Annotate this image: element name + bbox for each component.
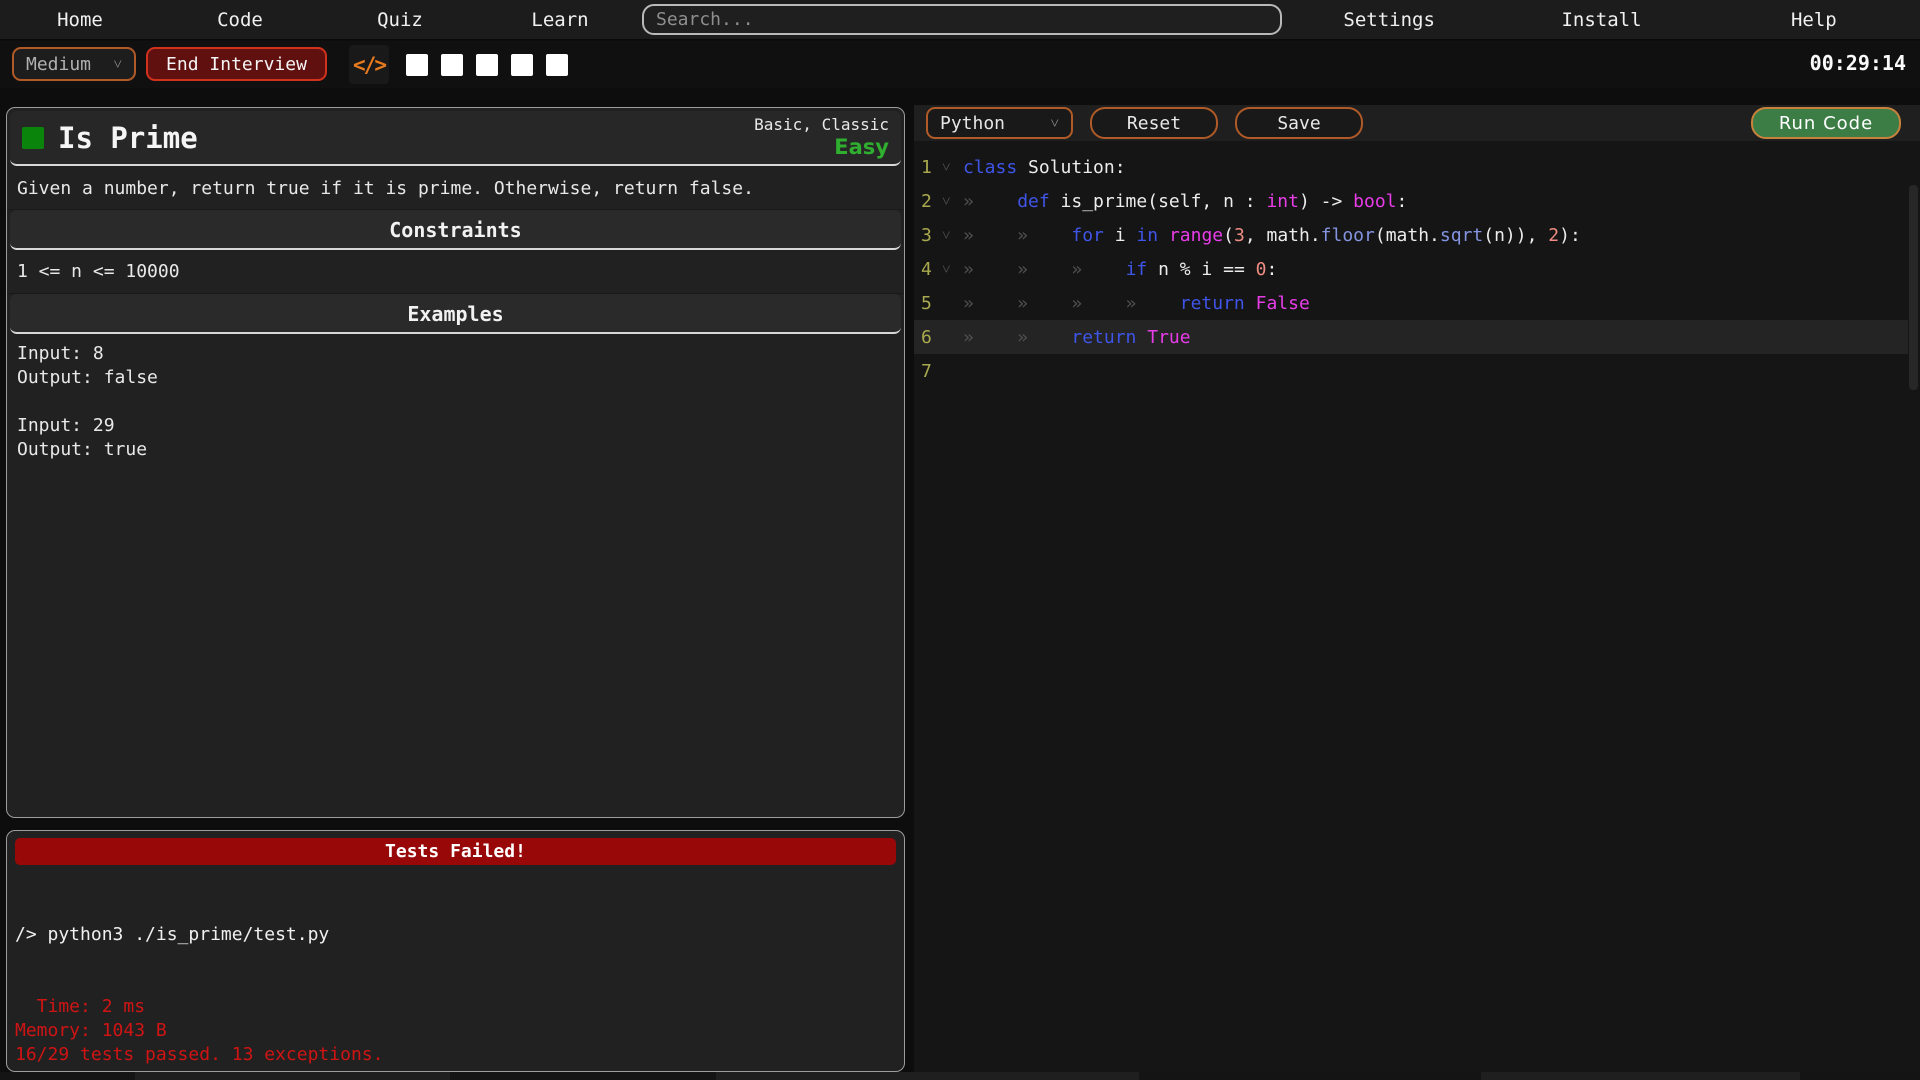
fold-arrow-icon[interactable]: ˅ — [942, 192, 963, 211]
example-block: Input: 8Output: false — [17, 342, 894, 390]
language-select[interactable]: Python ˅ — [926, 107, 1073, 139]
fold-arrow-icon[interactable]: ˅ — [942, 226, 963, 245]
problem-panel: Is Prime Basic, Classic Easy Given a num… — [6, 107, 905, 818]
interview-toolbar: Medium ˅ End Interview </> 00:29:14 — [0, 41, 1920, 88]
problem-meta: Basic, Classic Easy — [754, 116, 889, 159]
problem-tags: Basic, Classic — [754, 116, 889, 134]
chevron-down-icon: ˅ — [114, 55, 122, 74]
difficulty-badge: Easy — [754, 135, 889, 159]
line-number: 6 — [921, 327, 942, 348]
progress-square — [441, 54, 463, 76]
line-number: 3 — [921, 225, 942, 246]
progress-square — [511, 54, 533, 76]
editor-toolbar: Python ˅ Reset Save Run Code — [914, 105, 1920, 141]
nav-item-learn[interactable]: Learn — [480, 0, 640, 40]
chevron-down-icon: ˅ — [1051, 114, 1059, 133]
fold-arrow-icon[interactable]: ˅ — [942, 260, 963, 279]
nav-item-quiz[interactable]: Quiz — [320, 0, 480, 40]
nav-left-items: HomeCodeQuizLearn — [0, 0, 640, 40]
code-text: » » » » return False — [963, 293, 1310, 314]
indent-guide-icon: » — [963, 191, 1017, 212]
indent-guide-icon: » » — [963, 225, 1071, 246]
test-results-panel: Tests Failed! /> python3 ./is_prime/test… — [6, 830, 905, 1072]
example-output: Output: false — [17, 366, 894, 390]
code-lines: 1˅class Solution:2˅» def is_prime(self, … — [914, 150, 1920, 388]
bottom-strip — [0, 1072, 1920, 1080]
save-button[interactable]: Save — [1235, 107, 1363, 139]
indent-guide-icon: » » » » — [963, 293, 1180, 314]
bottom-strip-segment — [716, 1072, 1139, 1080]
examples-list: Input: 8Output: false Input: 29Output: tr… — [7, 334, 904, 494]
example-block: Input: 29Output: true — [17, 414, 894, 462]
indent-guide-icon: » » — [963, 327, 1071, 348]
line-number: 5 — [921, 293, 942, 314]
code-line-1[interactable]: 1˅class Solution: — [914, 150, 1908, 184]
language-select-value: Python — [940, 113, 1005, 134]
bottom-strip-segment — [1481, 1072, 1800, 1080]
run-code-button[interactable]: Run Code — [1751, 107, 1901, 139]
code-text: » » » if n % i == 0: — [963, 259, 1277, 280]
code-line-3[interactable]: 3˅» » for i in range(3, math.floor(math.… — [914, 218, 1908, 252]
code-brackets-icon: </> — [353, 53, 385, 77]
indent-guide-icon: » » » — [963, 259, 1126, 280]
top-nav-bar: HomeCodeQuizLearn SettingsInstallHelp — [0, 0, 1920, 40]
example-input: Input: 29 — [17, 414, 894, 438]
test-output: /> python3 ./is_prime/test.py Time: 2 ms… — [7, 865, 904, 1072]
nav-item-help[interactable]: Help — [1708, 0, 1920, 40]
example-input: Input: 8 — [17, 342, 894, 366]
constraints-value: 1 <= n <= 10000 — [7, 250, 904, 294]
test-result-line: Time: 2 ms — [15, 995, 896, 1019]
progress-squares — [406, 54, 568, 76]
progress-square — [406, 54, 428, 76]
nav-item-settings[interactable]: Settings — [1283, 0, 1495, 40]
examples-header: Examples — [10, 294, 901, 334]
problem-title-band: Is Prime Basic, Classic Easy — [10, 111, 901, 166]
nav-item-code[interactable]: Code — [160, 0, 320, 40]
line-number: 1 — [921, 157, 942, 178]
reset-button[interactable]: Reset — [1090, 107, 1218, 139]
nav-item-install[interactable]: Install — [1495, 0, 1707, 40]
test-result-lines: Time: 2 msMemory: 1043 B16/29 tests pass… — [15, 995, 896, 1072]
code-brackets-tile[interactable]: </> — [349, 45, 389, 84]
line-number: 2 — [921, 191, 942, 212]
line-number: 7 — [921, 361, 942, 382]
code-editor[interactable]: 1˅class Solution:2˅» def is_prime(self, … — [914, 141, 1920, 1072]
editor-scrollbar[interactable] — [1909, 185, 1918, 390]
code-text: » » for i in range(3, math.floor(math.sq… — [963, 225, 1581, 246]
example-output: Output: true — [17, 438, 894, 462]
code-text: class Solution: — [963, 157, 1126, 178]
code-line-5[interactable]: 5 » » » » return False — [914, 286, 1908, 320]
nav-right-items: SettingsInstallHelp — [1283, 0, 1920, 40]
fold-arrow-icon[interactable]: ˅ — [942, 158, 963, 177]
status-square-icon — [22, 127, 44, 149]
line-number: 4 — [921, 259, 942, 280]
code-line-2[interactable]: 2˅» def is_prime(self, n : int) -> bool: — [914, 184, 1908, 218]
code-line-6[interactable]: 6 » » return True — [914, 320, 1908, 354]
progress-square — [546, 54, 568, 76]
test-result-line: 16/29 tests passed. 13 exceptions. — [15, 1043, 896, 1067]
code-line-4[interactable]: 4˅» » » if n % i == 0: — [914, 252, 1908, 286]
test-result-line: Memory: 1043 B — [15, 1019, 896, 1043]
nav-item-home[interactable]: Home — [0, 0, 160, 40]
constraints-header: Constraints — [10, 210, 901, 250]
code-text: » def is_prime(self, n : int) -> bool: — [963, 191, 1407, 212]
end-interview-button[interactable]: End Interview — [146, 47, 327, 81]
bottom-strip-segment — [135, 1072, 450, 1080]
code-line-7[interactable]: 7 — [914, 354, 1908, 388]
progress-square — [476, 54, 498, 76]
difficulty-select-value: Medium — [26, 54, 91, 75]
tests-failed-banner: Tests Failed! — [15, 838, 896, 865]
difficulty-select[interactable]: Medium ˅ — [12, 47, 136, 81]
test-command-line: /> python3 ./is_prime/test.py — [15, 923, 896, 947]
problem-title: Is Prime — [58, 121, 198, 155]
problem-description: Given a number, return true if it is pri… — [7, 166, 904, 210]
search-input[interactable] — [642, 4, 1282, 35]
code-text: » » return True — [963, 327, 1191, 348]
interview-timer: 00:29:14 — [1810, 51, 1906, 75]
